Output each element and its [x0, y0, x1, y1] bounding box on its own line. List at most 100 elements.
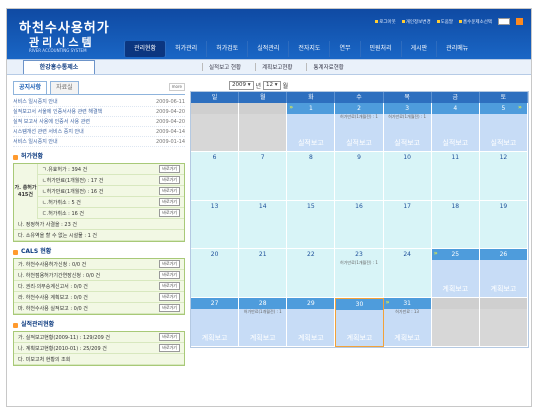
cals-status-box: 가. 하천수사용허가신청 : 0/0 건 바로가기 나. 하천점용허가기간연장신청… [13, 258, 185, 315]
goto-button[interactable]: 바로가기 [159, 187, 180, 195]
calendar-day[interactable]: 30 계획보고 [335, 298, 384, 347]
plan-event-label[interactable]: 계획보고 [287, 333, 334, 343]
calendar-day[interactable]: 2 허가만료(1개월전) : 1 실적보고 [335, 103, 384, 152]
calendar-day[interactable]: 9 [335, 151, 384, 201]
nav-item-admin[interactable]: 관리메뉴 [436, 41, 477, 57]
plan-event-label[interactable]: 계획보고 [191, 333, 238, 343]
calendar-day[interactable]: 16 [335, 200, 384, 250]
day-event-text[interactable]: 허가만료(1개월전) : 1 [239, 309, 286, 314]
tab-notice[interactable]: 공지사항 [13, 81, 48, 94]
nav-item-link[interactable]: 연무 [329, 41, 359, 57]
calendar-day[interactable]: 31 허가만료 : 13 계획보고 » [383, 298, 432, 347]
office-select[interactable] [498, 18, 510, 25]
tab-archive[interactable]: 자료실 [50, 81, 79, 94]
nav-item-status[interactable]: 관리현황 [124, 41, 166, 57]
day-number: 13 [210, 202, 219, 210]
calendar-day[interactable]: 11 [431, 151, 480, 201]
goto-button[interactable]: 바로가기 [159, 333, 180, 341]
report-event-label[interactable]: 실적보고 [432, 138, 479, 148]
day-number: 11 [451, 153, 460, 161]
plan-event-label[interactable]: 계획보고 [336, 333, 382, 343]
report-event-label[interactable]: 실적보고 [335, 138, 382, 148]
goto-button[interactable]: 바로가기 [159, 260, 180, 268]
subnav-performance-report[interactable]: 실적보고 현황 [202, 63, 241, 71]
calendar-day[interactable]: 15 [287, 200, 336, 250]
goto-button[interactable]: 바로가기 [159, 271, 180, 279]
calendar-day[interactable]: 6 [191, 151, 240, 201]
office-select-label: 홈수운제소선택 [459, 19, 492, 25]
year-select[interactable]: 2009 ▾ [229, 81, 254, 90]
main-nav: 관리현황 허가관리 허가검토 실적관리 전자지도 연무 민원처리 게시판 관리메… [124, 41, 524, 57]
goto-button[interactable]: 바로가기 [159, 198, 180, 206]
nav-item-review[interactable]: 허가검토 [206, 41, 247, 57]
day-event-text[interactable]: 허가만료(1개월전) : 1 [335, 114, 382, 119]
calendar-day[interactable]: 18 [431, 200, 480, 250]
office-name-tab: 한강홍수통제소 [23, 60, 95, 74]
calendar-day[interactable]: 14 [239, 200, 288, 250]
list-item[interactable]: 실적보고서 서울에 인증서사용 관련 해결책 2009-04-20 [13, 107, 185, 117]
report-event-label[interactable]: 실적보고 [480, 138, 527, 148]
goto-button[interactable]: 바로가기 [159, 344, 180, 352]
go-button[interactable] [516, 18, 523, 25]
goto-button[interactable]: 바로가기 [159, 293, 180, 301]
subnav-statistics[interactable]: 통계자료현황 [306, 63, 344, 71]
calendar: 일 월 화 수 목 금 토 1 실적보고» 2 허가만료(1개월전) : 1 실적보고 3… [190, 91, 529, 348]
subnav-plan-report[interactable]: 계획보고현황 [255, 63, 292, 71]
logout-link[interactable]: 로그아웃 [375, 19, 396, 25]
nav-item-performance[interactable]: 실적관리 [247, 41, 288, 57]
calendar-day[interactable]: 1 실적보고 » [287, 103, 336, 152]
nav-item-permit[interactable]: 허가관리 [165, 41, 206, 57]
calendar-day[interactable]: 8 [287, 151, 336, 201]
calendar-day[interactable]: 21 [239, 249, 288, 299]
goto-button[interactable]: 바로가기 [159, 209, 180, 217]
plan-event-label[interactable]: 계획보고 [384, 333, 431, 343]
day-event-text[interactable]: 허가만료 : 13 [384, 309, 431, 314]
day-number: 4 [431, 103, 479, 114]
calendar-day[interactable]: 7 [239, 151, 288, 201]
plan-event-label[interactable]: 계획보고 [239, 333, 286, 343]
list-item[interactable]: 실적 보고서 사용에 인증서 사용 관련 2009-04-20 [13, 117, 185, 127]
nav-item-board[interactable]: 게시판 [400, 41, 437, 57]
calendar-day[interactable]: 12 [479, 151, 528, 201]
list-item[interactable]: 시스템개선 관련 서비스 중지 안내 2009-04-14 [13, 127, 185, 137]
calendar-day[interactable]: 23 허가만료(1개월전) : 1 [335, 249, 384, 299]
day-number: 27 [191, 298, 239, 310]
report-event-label[interactable]: 실적보고 [384, 138, 431, 148]
permit-status-box: 가. 총허가 415건 ㄱ.유효허가 : 394 건 바로가기 ㄴ허가만료(1개월… [13, 163, 185, 242]
calendar-day[interactable]: 27 계획보고 [191, 298, 240, 347]
calendar-day[interactable]: 29 계획보고 [287, 298, 336, 347]
plan-event-label[interactable]: 계획보고 [432, 284, 479, 294]
nav-item-civil[interactable]: 민원처리 [359, 41, 401, 57]
calendar-day[interactable]: 22 [287, 249, 336, 299]
calendar-day[interactable]: 17 [383, 200, 432, 250]
report-event-label[interactable]: 실적보고 [287, 138, 334, 148]
goto-button[interactable]: 바로가기 [159, 282, 180, 290]
day-event-text[interactable]: 허가만료(1개월전) : 1 [335, 260, 382, 265]
calendar-day[interactable]: 5 실적보고» [479, 103, 528, 152]
day-event-text[interactable]: 허가만료(1개월전) : 1 [384, 114, 431, 119]
calendar-day[interactable]: 19 [479, 200, 528, 250]
calendar-day[interactable]: 13 [191, 200, 240, 250]
help-link[interactable]: 도움말 [436, 19, 453, 25]
calendar-day[interactable]: 24 [383, 249, 432, 299]
profile-edit-link[interactable]: 개인정보변경 [401, 19, 431, 25]
calendar-day[interactable]: 3 허가만료(1개월전) : 1 실적보고 [383, 103, 432, 152]
list-item[interactable]: 서비스 일시중지 안내 2009-01-14 [13, 137, 185, 147]
plan-event-label[interactable]: 계획보고 [480, 284, 527, 294]
day-number: 3 [383, 103, 431, 114]
calendar-day[interactable]: 4 실적보고 [431, 103, 480, 152]
calendar-day[interactable]: 25 계획보고 » [431, 249, 480, 299]
goto-button[interactable]: 바로가기 [159, 165, 180, 173]
nav-item-map[interactable]: 전자지도 [288, 41, 329, 57]
calendar-day[interactable]: 26 계획보고 [479, 249, 528, 299]
range-arrow-icon: » [433, 250, 438, 258]
calendar-day[interactable]: 20 [191, 249, 240, 299]
calendar-day[interactable]: 10 [383, 151, 432, 201]
day-number: 1 [287, 103, 335, 114]
month-select[interactable]: 12 ▾ [263, 81, 281, 90]
goto-button[interactable]: 바로가기 [159, 304, 180, 312]
calendar-day[interactable]: 28 허가만료(1개월전) : 1 계획보고 [239, 298, 288, 347]
more-button[interactable]: more [168, 83, 185, 91]
goto-button[interactable]: 바로가기 [159, 176, 180, 184]
list-item[interactable]: 서비스 일시중지 안내 2009-06-11 [13, 97, 185, 107]
